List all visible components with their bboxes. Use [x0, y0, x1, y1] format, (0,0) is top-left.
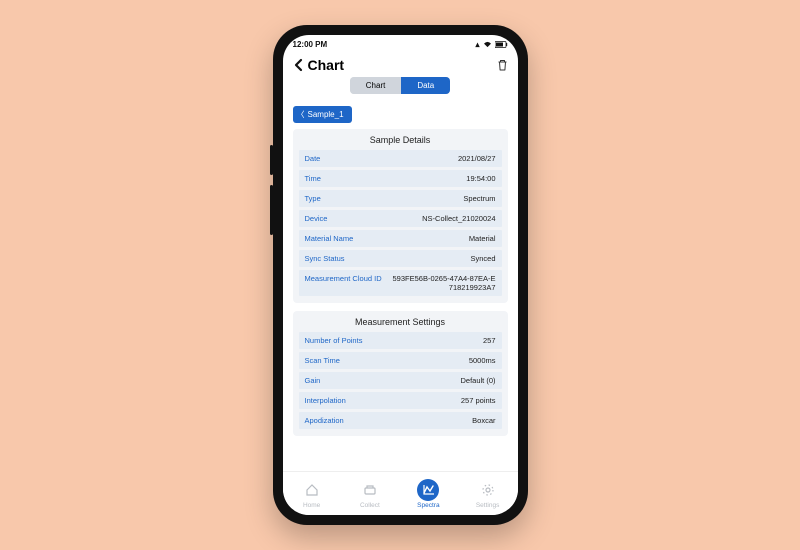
row-apodization: ApodizationBoxcar	[299, 412, 502, 429]
page-title: Chart	[308, 57, 497, 73]
row-points: Number of Points257	[299, 332, 502, 349]
row-interpolation: Interpolation257 points	[299, 392, 502, 409]
row-gain: GainDefault (0)	[299, 372, 502, 389]
tab-spectra[interactable]: Spectra	[417, 479, 439, 509]
row-time: Time19:54:00	[299, 170, 502, 187]
segment-control: Chart Data	[283, 75, 518, 100]
sample-details-title: Sample Details	[299, 135, 502, 145]
tab-collect[interactable]: Collect	[359, 479, 381, 509]
content-area: 〈 Sample_1 Sample Details Date2021/08/27…	[283, 100, 518, 471]
row-date: Date2021/08/27	[299, 150, 502, 167]
signal-icon: ▴	[475, 40, 479, 49]
home-icon	[301, 479, 323, 501]
row-type: TypeSpectrum	[299, 190, 502, 207]
row-sync: Sync StatusSynced	[299, 250, 502, 267]
row-scan-time: Scan Time5000ms	[299, 352, 502, 369]
tab-home[interactable]: Home	[301, 479, 323, 509]
delete-button[interactable]	[497, 59, 508, 71]
segment-chart[interactable]: Chart	[350, 77, 402, 94]
chevron-left-icon: 〈	[297, 109, 305, 120]
back-button[interactable]	[293, 58, 304, 72]
row-cloud-id: Measurement Cloud ID593FE56B-0265-47A4-8…	[299, 270, 502, 296]
tab-settings[interactable]: Settings	[476, 479, 500, 509]
sample-details-card: Sample Details Date2021/08/27 Time19:54:…	[293, 129, 508, 303]
measurement-settings-card: Measurement Settings Number of Points257…	[293, 311, 508, 436]
tab-bar: Home Collect Spectra Settings	[283, 471, 518, 515]
sample-chip[interactable]: 〈 Sample_1	[293, 106, 352, 123]
status-bar: 12:00 PM ▴	[283, 35, 518, 53]
gear-icon	[477, 479, 499, 501]
segment-data[interactable]: Data	[401, 77, 450, 94]
row-material: Material NameMaterial	[299, 230, 502, 247]
spectra-icon	[417, 479, 439, 501]
phone-frame: 12:00 PM ▴ Chart Chart	[273, 25, 528, 525]
status-icons: ▴	[475, 40, 507, 49]
header: Chart	[283, 53, 518, 75]
measurement-settings-title: Measurement Settings	[299, 317, 502, 327]
screen: 12:00 PM ▴ Chart Chart	[283, 35, 518, 515]
status-time: 12:00 PM	[293, 40, 328, 49]
row-device: DeviceNS-Collect_21020024	[299, 210, 502, 227]
battery-icon	[495, 41, 508, 48]
wifi-icon	[483, 41, 492, 48]
sample-chip-label: Sample_1	[308, 110, 344, 119]
scroll-area[interactable]: Sample Details Date2021/08/27 Time19:54:…	[283, 129, 518, 471]
collect-icon	[359, 479, 381, 501]
